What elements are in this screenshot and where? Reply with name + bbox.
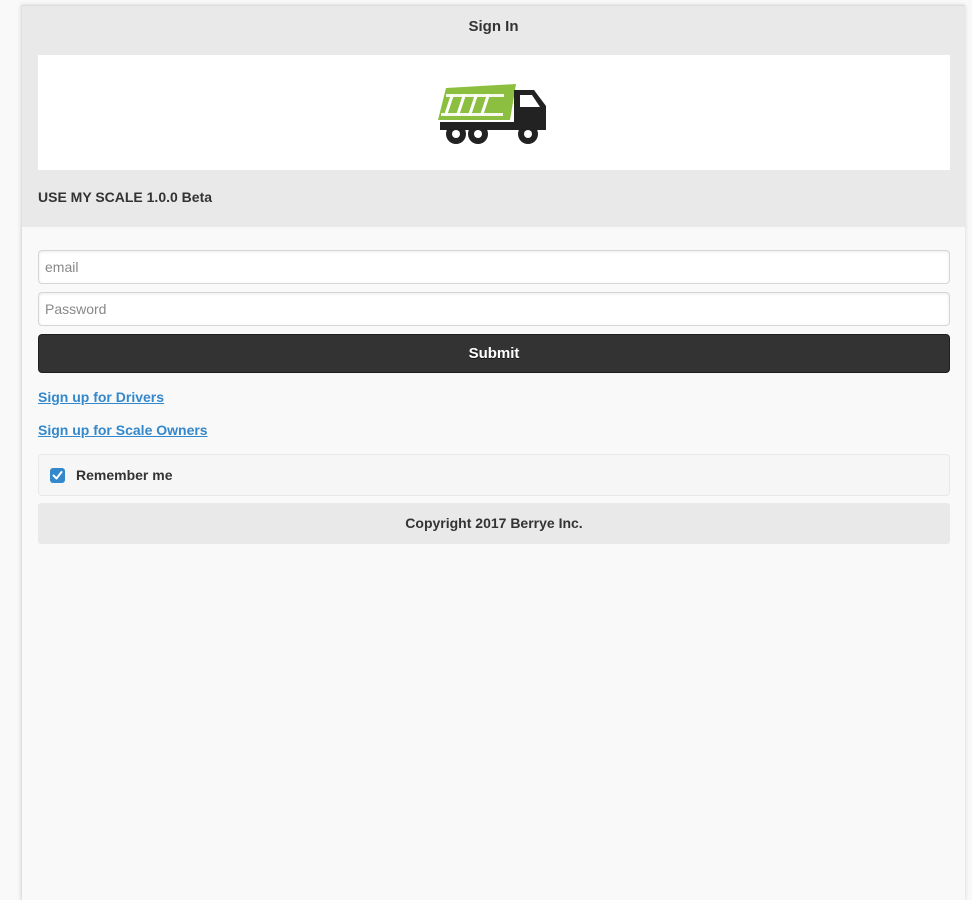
logo-container [38, 55, 950, 170]
header: Sign In USE MY SCALE 1.0.0 Beta [22, 5, 965, 227]
submit-button[interactable]: Submit [38, 334, 950, 373]
dump-truck-icon [438, 83, 546, 144]
page-title: Sign In [468, 18, 519, 35]
app-version-label: USE MY SCALE 1.0.0 Beta [38, 189, 213, 205]
sign-up-drivers-link[interactable]: Sign up for Drivers [38, 389, 164, 405]
sign-up-scale-owners-link[interactable]: Sign up for Scale Owners [38, 422, 208, 438]
remember-me-label[interactable]: Remember me [76, 467, 173, 483]
password-field[interactable] [38, 292, 950, 326]
remember-me-checkbox[interactable] [50, 468, 65, 483]
remember-me-row[interactable]: Remember me [38, 454, 950, 496]
sign-in-page: Sign In USE MY SCALE 1.0.0 Beta email Su… [21, 5, 965, 900]
checkmark-icon [52, 471, 63, 480]
footer: Copyright 2017 Berrye Inc. [38, 503, 950, 544]
copyright-text: Copyright 2017 Berrye Inc. [405, 515, 583, 531]
email-field[interactable] [38, 250, 950, 284]
